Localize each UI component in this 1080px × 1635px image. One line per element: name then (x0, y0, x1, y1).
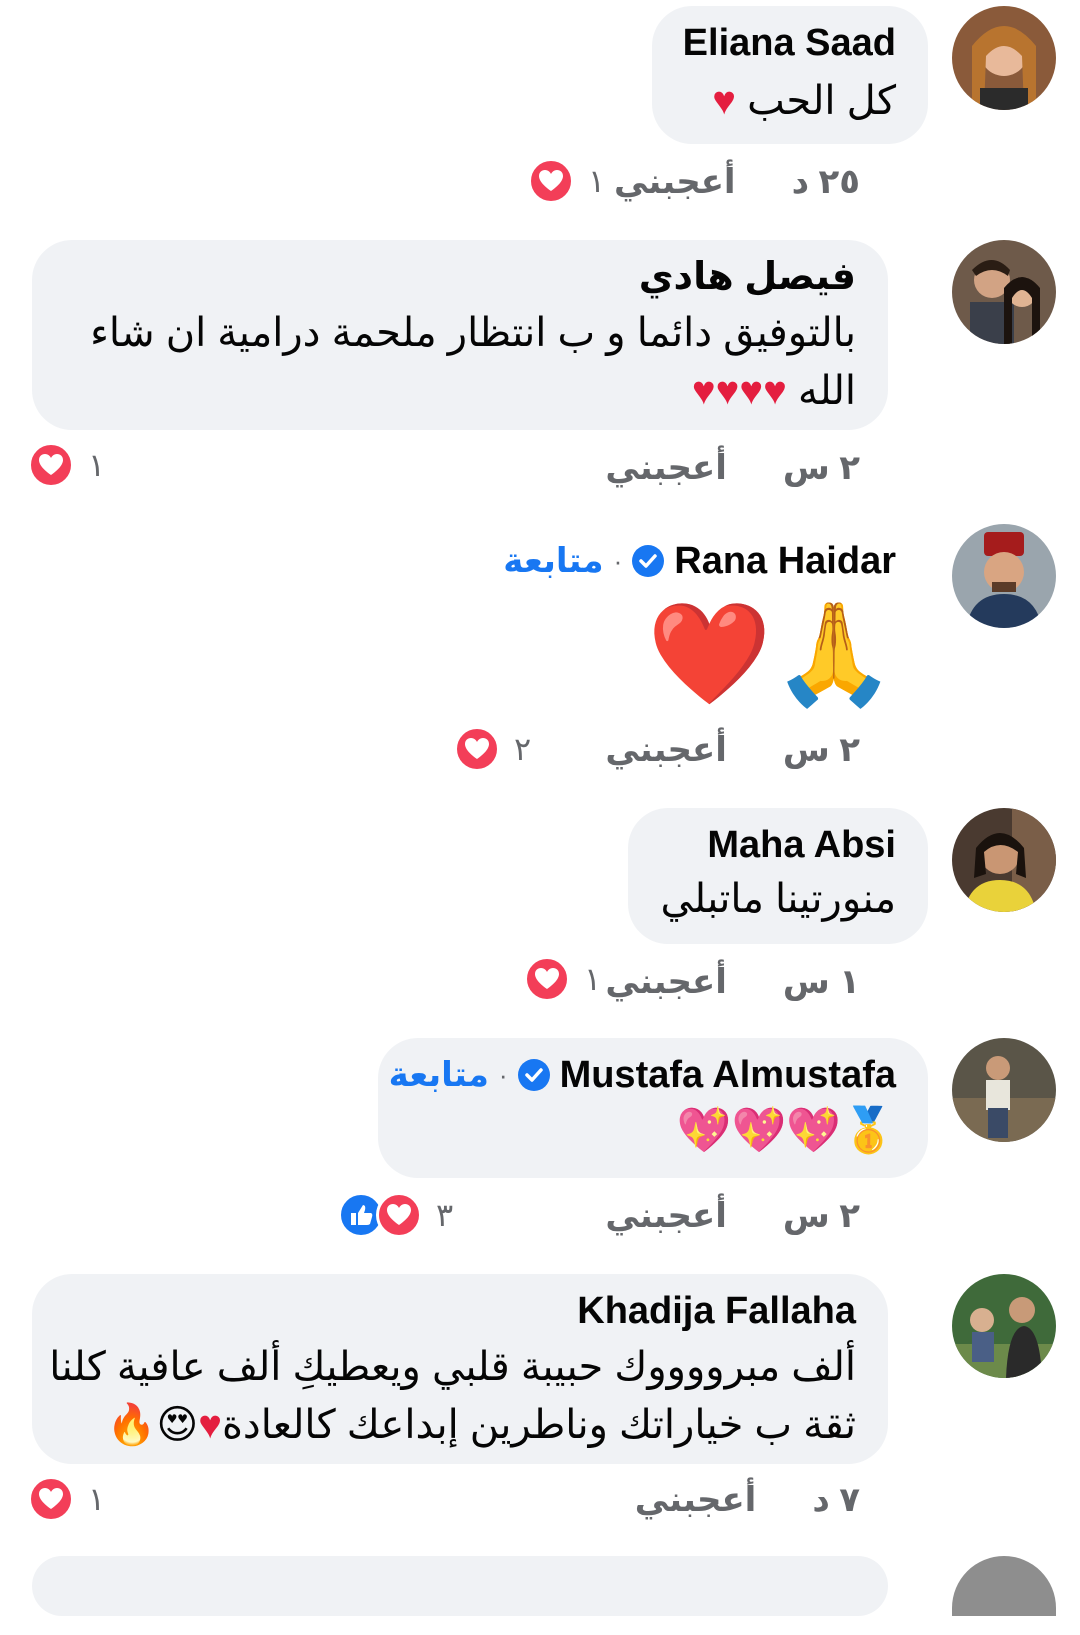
reaction-count: ١ (88, 1481, 106, 1517)
reaction-summary[interactable]: ١ (528, 156, 605, 206)
comment-text: بالتوفيق دائما و ب انتظار ملحمة درامية ا… (90, 311, 856, 355)
avatar[interactable] (952, 240, 1056, 344)
comment-bubble: Eliana Saad كل الحب ♥ (652, 6, 928, 144)
reaction-count: ١ (88, 447, 106, 483)
comment-actions: ٢ س أعجبني (605, 438, 860, 498)
like-button[interactable]: أعجبني (605, 730, 727, 770)
reaction-summary[interactable]: ٢ (454, 724, 531, 774)
reaction-summary[interactable]: ١ (28, 440, 105, 490)
author-name[interactable]: Khadija Fallaha (577, 1288, 856, 1334)
like-button[interactable]: أعجبني (635, 1480, 757, 1520)
comment-actions: ٢ س أعجبني (605, 720, 860, 780)
comment-text: منورتينا ماتبلي (660, 877, 896, 921)
comment-actions: ٧ د أعجبني (635, 1470, 860, 1530)
like-button[interactable]: أعجبني (605, 448, 727, 488)
avatar[interactable] (952, 808, 1056, 912)
verified-badge-icon (632, 545, 665, 577)
author-row: Mustafa Almustafa · متابعة (389, 1052, 896, 1098)
follow-button[interactable]: متابعة (389, 1055, 489, 1095)
avatar[interactable] (952, 524, 1056, 628)
author-row: Maha Absi (660, 822, 896, 868)
author-row: Rana Haidar · متابعة (503, 538, 928, 584)
like-button[interactable]: أعجبني (605, 962, 727, 1002)
comment-time[interactable]: ٢ س (783, 448, 860, 488)
heart-reaction-icon (28, 1476, 74, 1522)
comment-actions: ١ س أعجبني (605, 952, 860, 1012)
reaction-summary[interactable]: ١ (28, 1474, 105, 1524)
author-name[interactable]: فيصل هادي (639, 254, 856, 300)
heart-reaction-icon (376, 1192, 422, 1238)
like-button[interactable]: أعجبني (614, 162, 736, 202)
comment-actions: ٢٥ د أعجبني (614, 152, 860, 212)
avatar[interactable] (952, 1038, 1056, 1142)
author-name[interactable]: Eliana Saad (683, 20, 896, 66)
author-name[interactable]: Maha Absi (707, 822, 896, 868)
reaction-count: ١ (588, 163, 606, 199)
comment-body: Rana Haidar · متابعة (503, 538, 928, 584)
comment-text: 🥇💖💖💖 (676, 1106, 896, 1155)
heart-reaction-icon (524, 956, 570, 1002)
heart-reaction-icon (28, 442, 74, 488)
heart-reaction-icon (528, 158, 574, 204)
avatar[interactable] (952, 1274, 1056, 1378)
heart-reaction-icon (454, 726, 500, 772)
avatar[interactable] (952, 6, 1056, 110)
comment-time[interactable]: ٢ س (783, 1196, 860, 1236)
author-row: Khadija Fallaha (64, 1288, 856, 1334)
next-avatar-edge (952, 1556, 1056, 1616)
comment-text: ثقة ب خياراتك وناطرين إبداعك كالعادة♥😍🔥 (106, 1403, 856, 1447)
author-name[interactable]: Mustafa Almustafa (560, 1052, 896, 1098)
comment-text: 🙏❤️ (646, 598, 896, 710)
comment-bubble: Maha Absi منورتينا ماتبلي (628, 808, 928, 944)
comment-text: ألف مبرووووك حبيبة قلبي ويعطيكِ ألف عافي… (49, 1345, 856, 1389)
reaction-summary[interactable]: ١ (524, 954, 601, 1004)
like-button[interactable]: أعجبني (605, 1196, 727, 1236)
comment-time[interactable]: ١ س (783, 962, 860, 1002)
comment-time[interactable]: ٧ د (812, 1480, 860, 1520)
author-row: Eliana Saad (683, 20, 896, 66)
comment-time[interactable]: ٢٥ د (792, 162, 860, 202)
verified-badge-icon (517, 1059, 550, 1091)
reaction-count: ٢ (514, 731, 532, 767)
reaction-count: ٣ (436, 1197, 454, 1233)
next-comment-bubble-edge (32, 1556, 888, 1616)
comment-time[interactable]: ٢ س (783, 730, 860, 770)
comment-text: الله ♥♥♥♥ (691, 369, 856, 413)
comment-bubble: Khadija Fallaha ألف مبرووووك حبيبة قلبي … (32, 1274, 888, 1464)
comment-text: كل الحب ♥ (712, 79, 896, 123)
author-name[interactable]: Rana Haidar (674, 538, 896, 584)
reaction-count: ١ (584, 961, 602, 997)
separator-dot: · (613, 545, 623, 576)
author-row: فيصل هادي (64, 254, 856, 300)
comment-actions: ٢ س أعجبني (605, 1186, 860, 1246)
comment-bubble: فيصل هادي بالتوفيق دائما و ب انتظار ملحم… (32, 240, 888, 430)
reaction-summary[interactable]: ٣ (338, 1190, 453, 1240)
follow-button[interactable]: متابعة (503, 541, 603, 581)
separator-dot: · (498, 1059, 508, 1090)
comment-bubble: Mustafa Almustafa · متابعة 🥇💖💖💖 (378, 1038, 928, 1178)
